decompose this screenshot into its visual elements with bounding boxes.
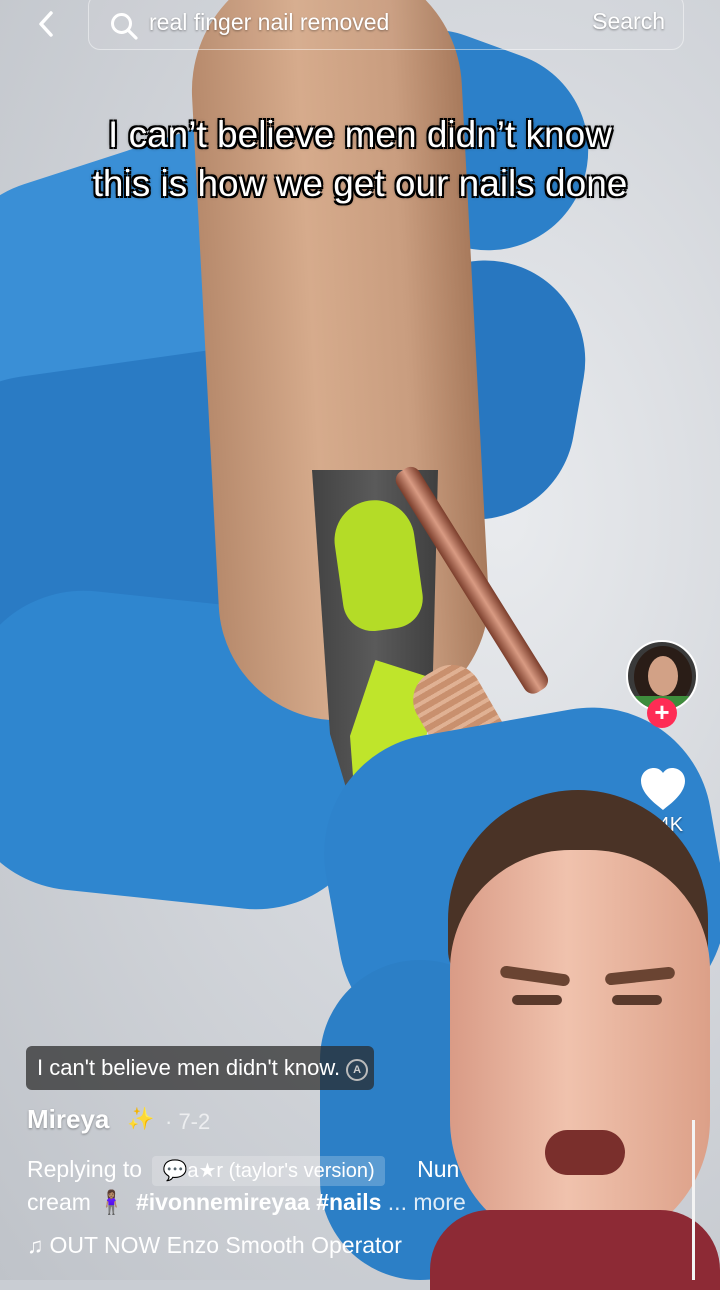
music-note-icon: ♫: [27, 1233, 44, 1258]
description-line: cream 🧍🏽‍♀️ #ivonnemireyaa #nails ... mor…: [27, 1189, 466, 1216]
search-suggestion-text: I can't believe men didn't know.: [37, 1055, 341, 1080]
back-icon: [39, 11, 53, 37]
description-text: cream 🧍🏽‍♀️: [27, 1189, 126, 1215]
follow-button[interactable]: +: [647, 698, 677, 728]
search-icon: [111, 13, 138, 40]
earphone-cable: [692, 1120, 695, 1280]
search-input[interactable]: real finger nail removed: [149, 9, 389, 36]
creator-username[interactable]: Mireya: [27, 1104, 109, 1135]
person-eye: [612, 995, 662, 1005]
reaction-video-overlay: [430, 790, 720, 1290]
more-link[interactable]: ... more: [388, 1189, 466, 1215]
person-face: [450, 850, 710, 1250]
person-shirt: [430, 1210, 720, 1290]
back-button[interactable]: [26, 6, 66, 42]
avatar-face: [648, 656, 678, 696]
sparkle-icon: ✨: [127, 1106, 155, 1131]
hashtags[interactable]: #ivonnemireyaa #nails: [136, 1189, 381, 1215]
person-mouth: [545, 1130, 625, 1175]
search-bar[interactable]: real finger nail removed Search: [88, 0, 684, 50]
music-info[interactable]: ♫ OUT NOW Enzo Smooth Operator: [27, 1232, 402, 1259]
replying-to-comment[interactable]: 💬a★r (taylor's version): [152, 1156, 385, 1186]
music-title: OUT NOW Enzo Smooth Operator: [49, 1232, 402, 1258]
search-button[interactable]: Search: [592, 8, 665, 35]
replying-prefix: Replying to: [27, 1156, 143, 1182]
video-caption: I can’t believe men didn’t know this is …: [92, 114, 628, 204]
search-suggestion-chip[interactable]: I can't believe men didn't know. A: [26, 1046, 375, 1090]
person-eye: [512, 995, 562, 1005]
reply-line: Replying to 💬a★r (taylor's version) Nun: [27, 1156, 459, 1186]
description-text: Nun: [417, 1156, 460, 1182]
search-suggestion-icon: A: [346, 1059, 369, 1081]
post-date: · 7-2: [165, 1109, 211, 1134]
